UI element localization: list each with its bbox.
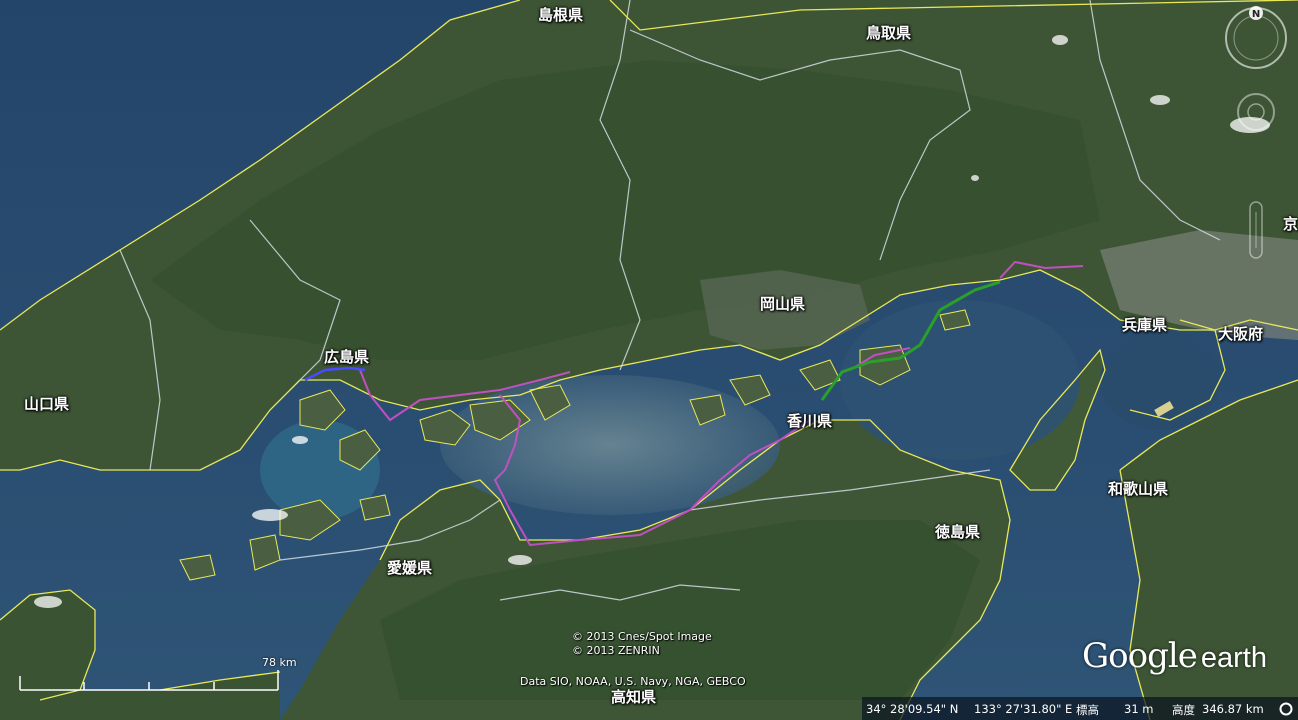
status-altitude-value: 346.87 km bbox=[1202, 702, 1264, 716]
zoom-slider[interactable] bbox=[1249, 201, 1263, 259]
status-bar: 34° 28'09.54" N 133° 27'31.80" E 標高 31 m… bbox=[862, 697, 1298, 720]
label-shimane: 島根県 bbox=[538, 6, 584, 24]
streaming-status-icon bbox=[1279, 702, 1293, 716]
label-yamaguchi: 山口県 bbox=[24, 395, 70, 413]
attribution-cnes: © 2013 Cnes/Spot Image bbox=[572, 630, 712, 643]
scale-label: 78 km bbox=[262, 656, 297, 669]
attribution-zenrin: © 2013 ZENRIN bbox=[572, 644, 660, 657]
label-kagawa: 香川県 bbox=[787, 412, 833, 430]
label-osaka: 大阪府 bbox=[1218, 325, 1264, 343]
status-altitude-label: 高度 bbox=[1172, 703, 1195, 717]
look-joystick[interactable] bbox=[1237, 93, 1275, 131]
label-hiroshima: 広島県 bbox=[324, 348, 370, 366]
label-hyogo: 兵庫県 bbox=[1122, 316, 1168, 334]
attribution-data: Data SIO, NOAA, U.S. Navy, NGA, GEBCO bbox=[520, 675, 746, 688]
satellite-map[interactable] bbox=[0, 0, 1298, 720]
label-tottori: 鳥取県 bbox=[866, 24, 912, 42]
label-tokushima: 徳島県 bbox=[935, 523, 981, 541]
label-ehime: 愛媛県 bbox=[387, 559, 433, 577]
seto-inland-sea-bright bbox=[440, 375, 780, 515]
north-icon: N bbox=[1252, 9, 1260, 20]
logo-google: Google bbox=[1082, 636, 1198, 676]
logo-earth: earth bbox=[1200, 642, 1267, 674]
status-elevation-label: 標高 bbox=[1076, 703, 1099, 717]
status-longitude: 133° 27'31.80" E bbox=[974, 702, 1073, 716]
status-elevation-value: 31 m bbox=[1124, 702, 1154, 716]
status-latitude: 34° 28'09.54" N bbox=[866, 702, 959, 716]
label-wakayama: 和歌山県 bbox=[1108, 480, 1169, 498]
label-kochi: 高知県 bbox=[611, 688, 657, 706]
navigation-controls: N bbox=[1225, 6, 1287, 259]
label-okayama: 岡山県 bbox=[760, 295, 806, 313]
google-earth-logo: Google earth bbox=[1082, 636, 1267, 676]
